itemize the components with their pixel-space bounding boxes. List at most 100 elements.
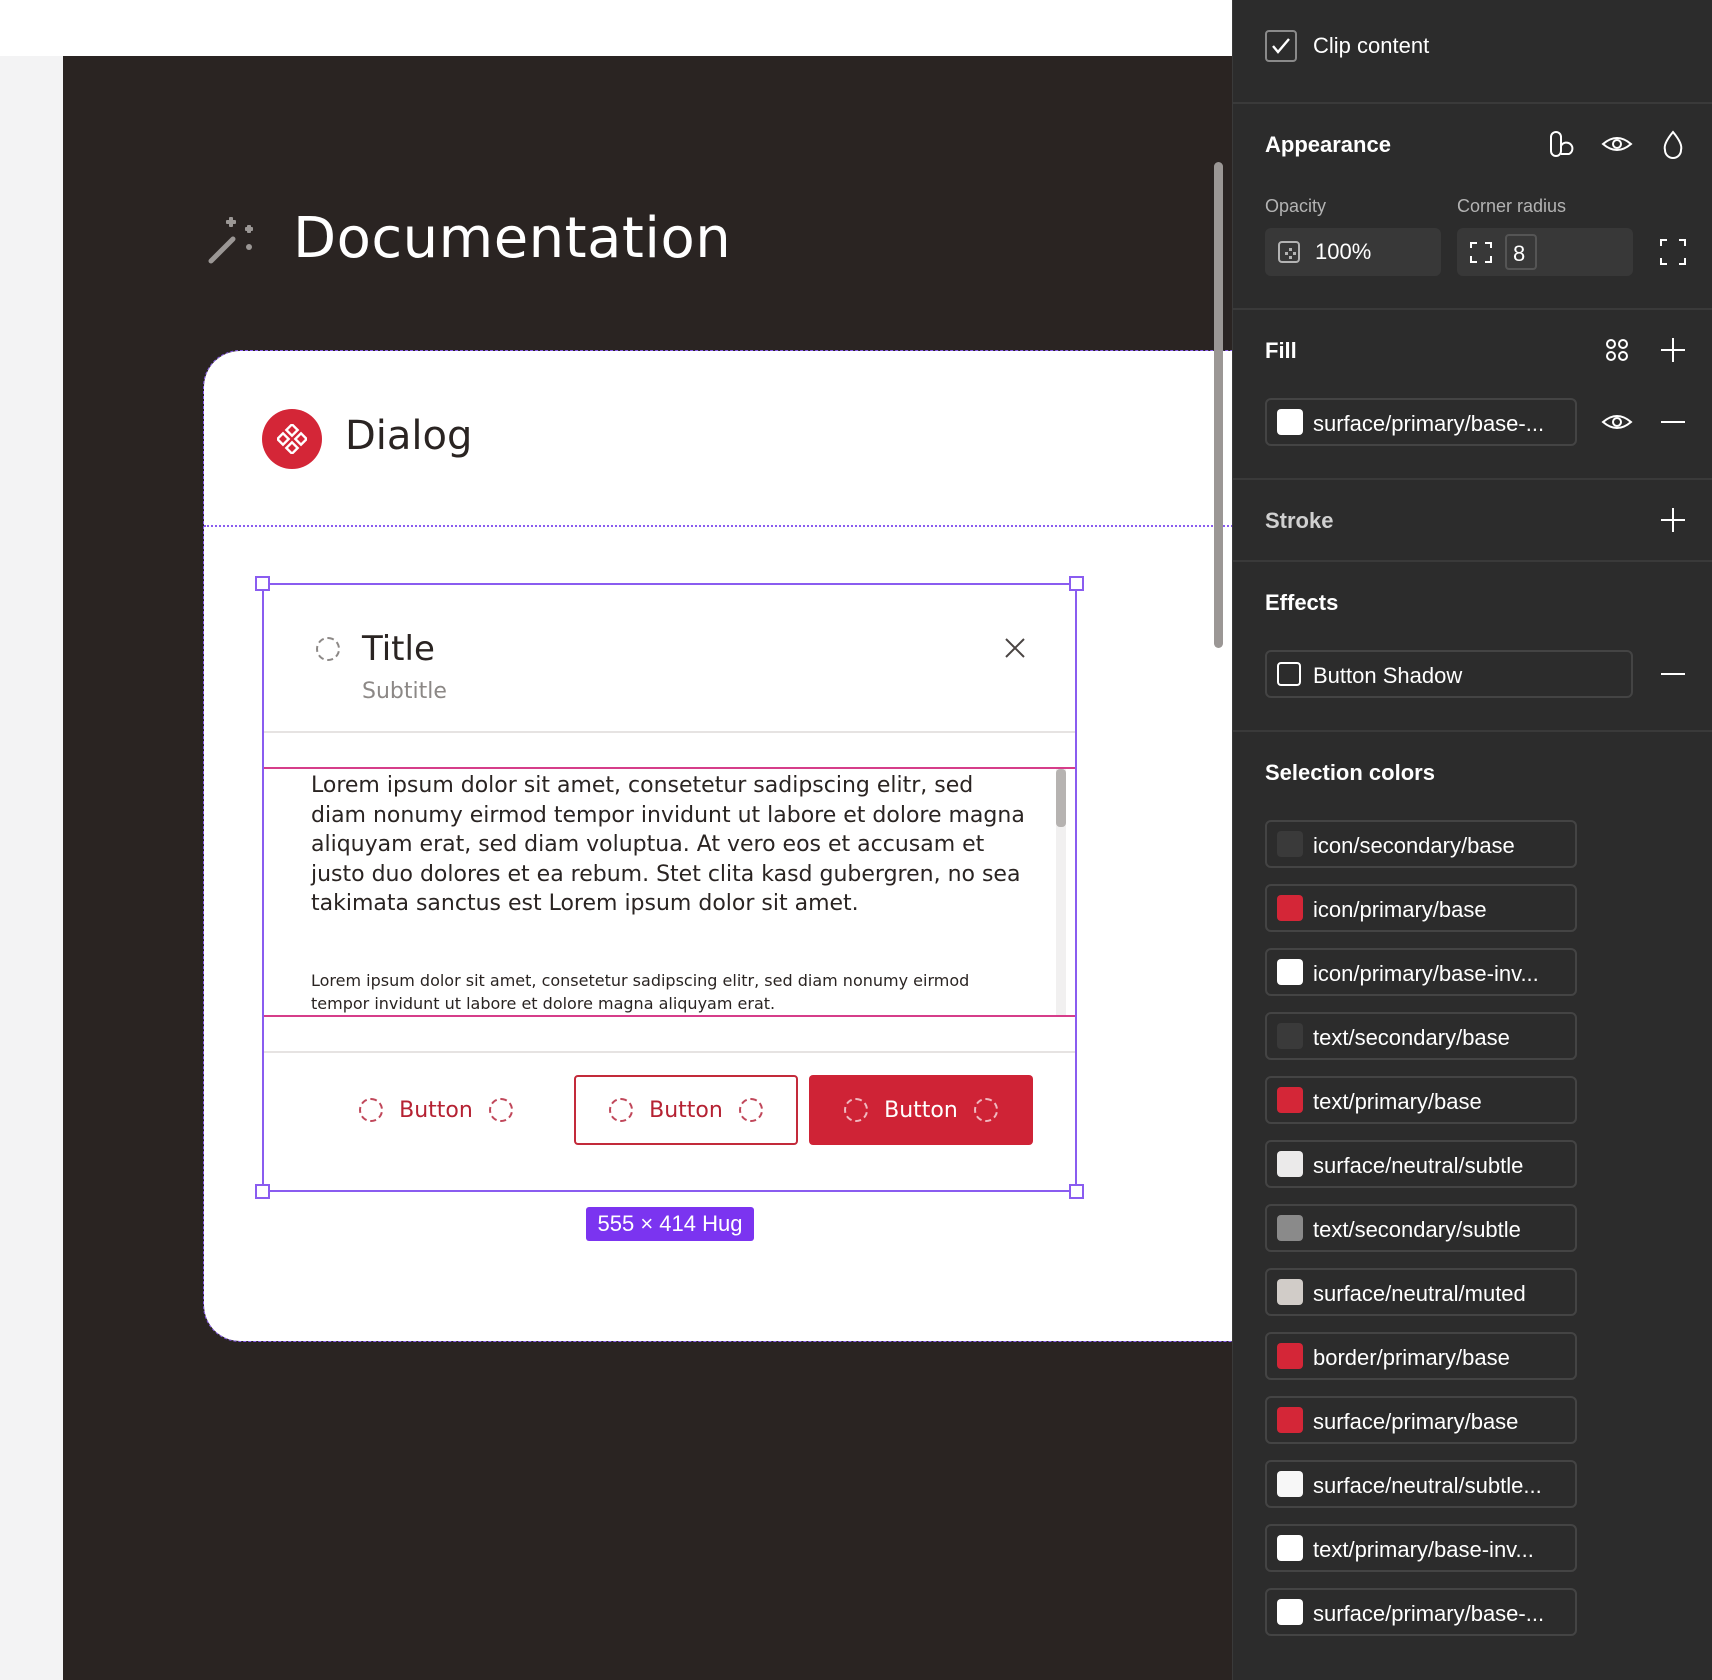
selection-color-row[interactable]: text/primary/base-inv... <box>1265 1524 1577 1572</box>
dialog-title: Title <box>362 629 435 669</box>
button-trailing-icon <box>738 1098 763 1122</box>
button-leading-icon <box>609 1098 634 1122</box>
remove-effect-minus-icon[interactable] <box>1657 658 1689 690</box>
section-divider <box>1233 308 1712 310</box>
dialog-component[interactable]: Title Subtitle Lorem ipsum dolor sit ame… <box>255 576 1084 1199</box>
corner-radius-value: 8 <box>1513 241 1526 266</box>
button-leading-icon <box>359 1098 384 1122</box>
button-label: Button <box>399 1097 473 1123</box>
style-library-icon[interactable] <box>1601 334 1633 366</box>
visibility-eye-icon[interactable] <box>1601 128 1633 160</box>
fill-heading: Fill <box>1265 338 1297 363</box>
size-badge: 555 × 414 Hug <box>586 1207 754 1241</box>
color-swatch <box>1277 959 1303 985</box>
placeholder-icon <box>316 637 340 661</box>
card-header: Dialog <box>204 351 1232 527</box>
color-style-name: icon/primary/base <box>1313 897 1487 922</box>
component-icon <box>277 424 307 454</box>
variable-mode-icon[interactable] <box>1545 128 1577 160</box>
fill-swatch <box>1277 409 1303 435</box>
body-scrollbar-thumb[interactable] <box>1056 769 1066 827</box>
color-style-name: icon/primary/base-inv... <box>1313 961 1539 986</box>
selection-color-row[interactable]: surface/neutral/subtle... <box>1265 1460 1577 1508</box>
properties-panel: Clip content Appearance Opacity Corner r… <box>1232 0 1712 1680</box>
add-stroke-plus-icon[interactable] <box>1657 504 1689 536</box>
appearance-heading: Appearance <box>1265 132 1391 157</box>
clip-content-label: Clip content <box>1313 33 1430 58</box>
selection-color-row[interactable]: surface/neutral/subtle <box>1265 1140 1577 1188</box>
opacity-icon <box>1278 241 1300 263</box>
close-icon[interactable] <box>1002 635 1028 661</box>
button-label: Button <box>649 1097 723 1123</box>
selection-color-row[interactable]: surface/neutral/muted <box>1265 1268 1577 1316</box>
selection-color-row[interactable]: icon/primary/base-inv... <box>1265 948 1577 996</box>
selection-color-row[interactable]: surface/primary/base-... <box>1265 1588 1577 1636</box>
color-swatch <box>1277 1023 1303 1049</box>
section-divider <box>1233 560 1712 562</box>
remove-fill-minus-icon[interactable] <box>1657 406 1689 438</box>
opacity-value: 100% <box>1315 239 1372 264</box>
canvas-scrollbar[interactable] <box>1214 162 1223 648</box>
fill-style-name: surface/primary/base-... <box>1313 411 1545 436</box>
corner-radius-input[interactable]: 8 <box>1505 234 1537 270</box>
dialog-body[interactable]: Lorem ipsum dolor sit amet, consetetur s… <box>264 767 1075 1017</box>
button-leading-icon <box>844 1098 869 1122</box>
color-swatch <box>1277 1279 1303 1305</box>
fill-style-row[interactable]: surface/primary/base-... <box>1265 398 1577 446</box>
page-title: Documentation <box>293 206 732 271</box>
color-swatch <box>1277 1215 1303 1241</box>
effect-row[interactable]: Button Shadow <box>1265 650 1633 698</box>
color-style-name: surface/neutral/subtle <box>1313 1153 1524 1178</box>
dialog-subtitle: Subtitle <box>362 679 447 704</box>
color-style-name: border/primary/base <box>1313 1345 1510 1370</box>
button-label: Button <box>884 1097 958 1123</box>
selection-colors-heading: Selection colors <box>1265 760 1435 785</box>
clip-content-checkbox[interactable] <box>1265 30 1297 62</box>
fill-visibility-eye-icon[interactable] <box>1601 406 1633 438</box>
blend-drop-icon[interactable] <box>1657 128 1689 160</box>
color-style-name: icon/secondary/base <box>1313 833 1515 858</box>
card-title: Dialog <box>345 413 473 459</box>
color-style-name: surface/primary/base <box>1313 1409 1519 1434</box>
color-swatch <box>1277 831 1303 857</box>
color-swatch <box>1277 1407 1303 1433</box>
selection-color-row[interactable]: icon/primary/base <box>1265 884 1577 932</box>
stroke-heading: Stroke <box>1265 508 1334 533</box>
outline-button[interactable]: Button <box>574 1075 798 1145</box>
top-bar <box>0 0 1232 56</box>
color-swatch <box>1277 1343 1303 1369</box>
selection-color-row[interactable]: surface/primary/base <box>1265 1396 1577 1444</box>
dialog-footer-divider <box>264 1051 1075 1053</box>
selection-color-row[interactable]: text/primary/base <box>1265 1076 1577 1124</box>
corner-radius-icon <box>1470 242 1492 263</box>
color-style-name: text/secondary/subtle <box>1313 1217 1521 1242</box>
add-fill-plus-icon[interactable] <box>1657 334 1689 366</box>
design-canvas[interactable]: Documentation Dialog Title Subtitle Lore… <box>63 56 1232 1680</box>
section-divider <box>1233 730 1712 732</box>
ghost-button[interactable]: Button <box>336 1075 536 1145</box>
selection-color-row[interactable]: text/secondary/subtle <box>1265 1204 1577 1252</box>
effect-name: Button Shadow <box>1313 663 1463 688</box>
effects-heading: Effects <box>1265 590 1339 615</box>
opacity-field[interactable]: 100% <box>1265 228 1441 276</box>
magic-wand-icon <box>208 216 253 263</box>
color-swatch <box>1277 1087 1303 1113</box>
section-divider <box>1233 478 1712 480</box>
color-swatch <box>1277 1471 1303 1497</box>
button-trailing-icon <box>488 1098 513 1122</box>
selection-color-row[interactable]: icon/secondary/base <box>1265 820 1577 868</box>
color-style-name: surface/neutral/muted <box>1313 1281 1526 1306</box>
selection-color-row[interactable]: text/secondary/base <box>1265 1012 1577 1060</box>
documentation-card[interactable]: Dialog Title Subtitle Lorem ipsum dolor … <box>203 350 1232 1342</box>
color-style-name: surface/neutral/subtle... <box>1313 1473 1542 1498</box>
primary-button[interactable]: Button <box>809 1075 1033 1145</box>
shadow-effect-icon <box>1277 662 1301 686</box>
color-style-name: text/primary/base <box>1313 1089 1482 1114</box>
corner-radius-field[interactable]: 8 <box>1457 228 1633 276</box>
resize-handle-bottom-right[interactable] <box>1069 1184 1084 1199</box>
check-icon <box>1272 38 1290 54</box>
independent-corners-icon[interactable] <box>1657 236 1689 268</box>
resize-handle-bottom-left[interactable] <box>255 1184 270 1199</box>
selection-color-row[interactable]: border/primary/base <box>1265 1332 1577 1380</box>
dialog-header: Title Subtitle <box>264 585 1075 733</box>
